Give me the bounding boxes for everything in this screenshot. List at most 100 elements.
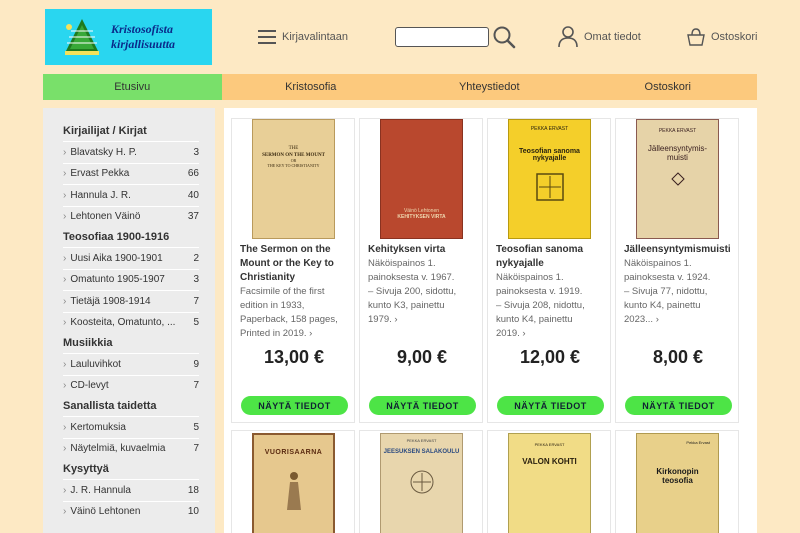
sidebar-item-label: Kertomuksia: [70, 421, 126, 433]
sidebar-item-count: 18: [187, 484, 199, 496]
product-cover[interactable]: PEKKA ERVAST JEESUKSEN SALAKOULU: [380, 433, 463, 533]
product-card[interactable]: PEKKA ERVAST Teosofian sanoma nykyajalle…: [487, 118, 611, 423]
sidebar-item-count: 7: [193, 295, 199, 307]
product-cover[interactable]: PEKKA ERVAST VALON KOHTI: [508, 433, 591, 533]
product-title-line: Christianity: [240, 272, 296, 283]
sidebar-item-label: Väinö Lehtonen: [70, 506, 141, 518]
site-logo[interactable]: Kristosofista kirjallisuutta: [45, 9, 212, 65]
chevron-right-icon: ›: [63, 484, 67, 496]
sidebar-item[interactable]: › J. R. Hannula 18: [63, 479, 199, 501]
sidebar-item[interactable]: › Kertomuksia 5: [63, 416, 199, 438]
book-menu-toggle[interactable]: Kirjavalintaan: [258, 0, 348, 74]
logo-line: Kristosofista: [111, 22, 174, 36]
product-title[interactable]: Kehityksen virta: [368, 243, 484, 257]
product-cover[interactable]: Väinö Lehtonen KEHITYKSEN VIRTA: [380, 119, 463, 239]
sidebar-item[interactable]: › Lauluvihkot 9: [63, 353, 199, 375]
chevron-right-icon: ›: [63, 380, 67, 392]
sidebar-item-label: J. R. Hannula: [70, 484, 131, 496]
cover-emblem-icon: [410, 470, 433, 494]
sidebar-item[interactable]: › Hannula J. R. 40: [63, 184, 199, 206]
sidebar-item[interactable]: › Väinö Lehtonen 10: [63, 500, 199, 523]
sidebar-item-label: Hannula J. R.: [70, 189, 131, 201]
product-card[interactable]: PEKKA ERVAST JEESUKSEN SALAKOULU: [359, 430, 483, 533]
cover-text: muisti: [667, 153, 688, 162]
show-details-button[interactable]: NÄYTÄ TIEDOT: [497, 396, 604, 415]
product-price: 13,00 €: [263, 347, 325, 367]
nav-contact[interactable]: Yhteystiedot: [400, 74, 579, 100]
sidebar-item-label: Lauluvihkot: [70, 358, 121, 370]
product-title[interactable]: Jälleensyntymismuisti: [624, 243, 740, 257]
cover-text: PEKKA ERVAST: [530, 126, 569, 132]
cover-ornament-icon: [670, 172, 685, 186]
sidebar-item-count: 40: [187, 189, 199, 201]
nav-kristosofia[interactable]: Kristosofia: [222, 74, 401, 100]
nav-home[interactable]: Etusivu: [43, 74, 222, 100]
product-cover[interactable]: PEKKA ERVAST Teosofian sanoma nykyajalle: [508, 119, 591, 239]
product-title-line: Jälleensyntymismuisti: [624, 244, 731, 255]
product-cover[interactable]: THE SERMON ON THE MOUNT OR THE KEY TO CH…: [252, 119, 335, 239]
chevron-right-icon: ›: [63, 274, 67, 286]
show-details-button[interactable]: NÄYTÄ TIEDOT: [625, 396, 732, 415]
sidebar-item-label: Blavatsky H. P.: [70, 146, 137, 158]
product-description-line: painoksesta v. 1967.: [368, 272, 455, 283]
category-sidebar: Kirjailijat / Kirjat › Blavatsky H. P. 3 ›…: [43, 108, 215, 533]
product-grid: THE SERMON ON THE MOUNT OR THE KEY TO CH…: [224, 108, 757, 533]
cover-text: PEKKA ERVAST: [658, 128, 697, 134]
cover-figure-icon: [286, 472, 301, 510]
cover-text: VUORISAARNA: [264, 449, 323, 456]
product-price: 9,00 €: [396, 347, 448, 367]
product-cover[interactable]: VUORISAARNA: [252, 433, 335, 533]
sidebar-item[interactable]: › Lehtonen Väinö 37: [63, 205, 199, 228]
cover-text: teosofia: [662, 476, 693, 485]
sidebar-item[interactable]: › Ervast Pekka 66: [63, 162, 199, 185]
chevron-right-icon: ›: [63, 146, 67, 158]
search-icon[interactable]: [492, 25, 516, 49]
book-menu-label: Kirjavalintaan: [282, 31, 349, 43]
product-description-line: 1979. ›: [368, 314, 398, 325]
cover-text: THE: [288, 146, 299, 151]
account-link[interactable]: Omat tiedot: [558, 0, 641, 74]
chevron-right-icon: ›: [63, 317, 67, 329]
product-card[interactable]: THE SERMON ON THE MOUNT OR THE KEY TO CH…: [231, 118, 355, 423]
sidebar-item[interactable]: › Koosteita, Omatunto, ... 5: [63, 311, 199, 334]
sidebar-item[interactable]: › Tietäjä 1908-1914 7: [63, 290, 199, 312]
product-description-line: Facsimile of the first: [240, 286, 325, 297]
cart-link[interactable]: Ostoskori: [687, 0, 757, 74]
product-cover[interactable]: Pekka Ervast Kirkonopin teosofia: [636, 433, 719, 533]
logo-emblem: [61, 17, 103, 57]
sidebar-item-label: Koosteita, Omatunto, ...: [70, 317, 176, 329]
sidebar-item[interactable]: › Blavatsky H. P. 3: [63, 141, 199, 163]
product-title-line: nykyajalle: [496, 258, 544, 269]
product-card[interactable]: PEKKA ERVAST Jälleensyntymis- muisti Jäl…: [615, 118, 739, 423]
search-input[interactable]: [395, 27, 489, 47]
product-description-line: 2019. ›: [496, 328, 526, 339]
cover-text: nykyajalle: [532, 155, 567, 162]
product-title[interactable]: The Sermon on the Mount or the Key to Ch…: [240, 243, 356, 285]
hamburger-icon: [258, 30, 276, 44]
sidebar-item[interactable]: › Näytelmiä, kuvaelmia 7: [63, 437, 199, 460]
product-description: Näköispainos 1. painoksesta v. 1924. – S…: [624, 257, 736, 327]
sidebar-item[interactable]: › Uusi Aika 1900-1901 2: [63, 247, 199, 269]
show-details-button[interactable]: NÄYTÄ TIEDOT: [241, 396, 348, 415]
sidebar-item[interactable]: › Omatunto 1905-1907 3: [63, 268, 199, 291]
chevron-right-icon: ›: [63, 252, 67, 264]
show-details-button[interactable]: NÄYTÄ TIEDOT: [369, 396, 476, 415]
cover-text: PEKKA ERVAST: [406, 438, 437, 443]
sidebar-item[interactable]: › CD-levyt 7: [63, 374, 199, 397]
product-card[interactable]: PEKKA ERVAST VALON KOHTI: [487, 430, 611, 533]
cover-text: Pekka Ervast: [686, 440, 710, 445]
product-cover[interactable]: PEKKA ERVAST Jälleensyntymis- muisti: [636, 119, 719, 239]
product-description-line: Printed in 2019. ›: [240, 328, 313, 339]
product-description-line: kunto K4, painettu: [496, 314, 573, 325]
cover-text: THE KEY TO CHRISTIANITY: [267, 163, 320, 168]
product-card[interactable]: Väinö Lehtonen KEHITYKSEN VIRTA Kehityks…: [359, 118, 483, 423]
product-card[interactable]: Pekka Ervast Kirkonopin teosofia: [615, 430, 739, 533]
product-description-line: kunto K4, painettu: [624, 300, 701, 311]
product-description-line: – Sivuja 200, sidottu,: [368, 286, 457, 297]
sidebar-item-count: 2: [193, 252, 199, 264]
sidebar-item-count: 3: [193, 274, 199, 286]
chevron-right-icon: ›: [63, 443, 67, 455]
product-title[interactable]: Teosofian sanoma nykyajalle: [496, 243, 612, 271]
nav-cart[interactable]: Ostoskori: [579, 74, 758, 100]
product-card[interactable]: VUORISAARNA: [231, 430, 355, 533]
